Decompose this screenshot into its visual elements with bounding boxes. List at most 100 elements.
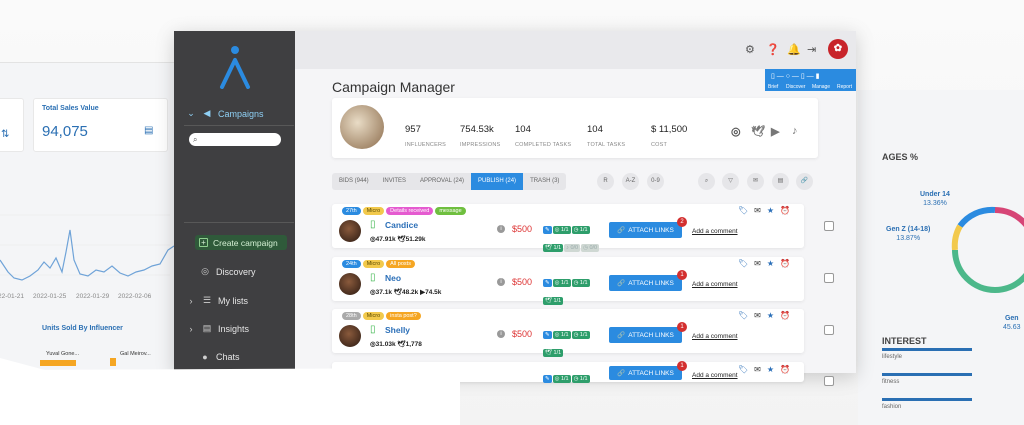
- influencer-name[interactable]: Candice: [385, 220, 418, 230]
- row-checkbox[interactable]: [824, 221, 834, 231]
- phone-icon[interactable]: ▯: [370, 272, 376, 283]
- youtube-icon[interactable]: ▶: [771, 125, 779, 138]
- twitter-count: 51.29k: [405, 236, 426, 243]
- attach-links-button[interactable]: 🔗 ATTACH LINKS: [609, 275, 682, 291]
- sort-number-button[interactable]: 0-9: [647, 173, 664, 190]
- attach-links-label: ATTACH LINKS: [628, 331, 674, 339]
- add-comment-link[interactable]: Add a comment: [692, 281, 738, 288]
- task-chip[interactable]: ◎ 1/1: [552, 226, 571, 234]
- logout-icon[interactable]: ⇥: [807, 43, 816, 56]
- sidebar-item-campaigns[interactable]: ⌄ ◀ Campaigns: [174, 108, 295, 119]
- influencer-name[interactable]: Neo: [385, 273, 401, 283]
- edit-icon[interactable]: ✎: [543, 279, 552, 287]
- sidebar-item-insights[interactable]: › ▤ Insights: [174, 323, 295, 334]
- task-chips: ✎ ◎ 1/1 ◷ 1/1 🕊 1/1: [543, 323, 613, 359]
- chart-tick-4: 2022-02-06: [118, 293, 152, 300]
- influencer-row[interactable]: 24th Micro All posts ▯ Neo ◎37.1k 🕊48.2k…: [332, 257, 804, 305]
- alarm-icon[interactable]: ⏰: [780, 311, 790, 320]
- age-gen-value: 45.63: [1003, 324, 1021, 331]
- sort-az-button[interactable]: A-Z: [622, 173, 639, 190]
- sort-relevance-button[interactable]: R: [597, 173, 614, 190]
- alarm-icon[interactable]: ⏰: [780, 206, 790, 215]
- tab-bids[interactable]: BIDS (944): [332, 173, 376, 190]
- step-report[interactable]: Report: [837, 84, 852, 90]
- age-under14-label: Under 14: [920, 191, 950, 198]
- tab-publish[interactable]: PUBLISH (24): [471, 173, 524, 190]
- tab-approval[interactable]: APPROVAL (24): [413, 173, 471, 190]
- task-count: 1/1: [560, 332, 569, 338]
- filter-icon[interactable]: ▽: [722, 173, 739, 190]
- influencer-row[interactable]: 28th Micro insta post? ▯ Shelly ◎31.03k …: [332, 309, 804, 357]
- add-comment-link[interactable]: Add a comment: [692, 333, 738, 340]
- task-count: 1/1: [579, 227, 588, 233]
- influencer-row[interactable]: 27th Micro Details received message ▯ Ca…: [332, 204, 804, 252]
- tab-trash[interactable]: TRASH (3): [523, 173, 566, 190]
- star-icon[interactable]: ★: [767, 206, 774, 215]
- attach-links-button[interactable]: 🔗 ATTACH LINKS: [609, 222, 682, 238]
- instagram-icon[interactable]: ◎: [731, 125, 741, 138]
- influencer-avatar[interactable]: [339, 220, 361, 242]
- create-campaign-button[interactable]: + Create campaign: [195, 235, 287, 250]
- stat-value: 754.53k: [460, 124, 494, 135]
- alarm-icon[interactable]: ⏰: [780, 259, 790, 268]
- row-checkbox[interactable]: [824, 273, 834, 283]
- link-icon: 🔗: [617, 227, 626, 234]
- twitter-icon[interactable]: 🕊: [751, 125, 765, 138]
- task-chip[interactable]: 🕊 1/1: [543, 244, 564, 252]
- star-icon[interactable]: ★: [767, 311, 774, 320]
- attach-links-button[interactable]: 🔗 ATTACH LINKS: [609, 327, 682, 343]
- task-chip[interactable]: ◷ 1/1: [571, 279, 590, 287]
- edit-icon[interactable]: ✎: [543, 226, 552, 234]
- mail-icon[interactable]: ✉: [754, 206, 761, 215]
- influencer-avatar[interactable]: [339, 325, 361, 347]
- influencer-name[interactable]: Shelly: [385, 325, 410, 335]
- influencer-stats: ◎31.03k 🕊1,778: [370, 341, 422, 348]
- star-icon[interactable]: ★: [767, 259, 774, 268]
- step-discover[interactable]: Discover: [786, 84, 805, 90]
- sidebar-item-my-lists[interactable]: › ☰ My lists: [174, 295, 295, 306]
- row-checkbox[interactable]: [824, 325, 834, 335]
- help-icon[interactable]: ❓: [766, 43, 780, 56]
- ages-title: AGES %: [882, 152, 919, 162]
- phone-icon[interactable]: ▯: [370, 219, 376, 230]
- info-icon[interactable]: i: [497, 278, 505, 286]
- search-icon: ⌕: [193, 134, 198, 144]
- search-icon[interactable]: ⌕: [698, 173, 715, 190]
- sidebar-search-input[interactable]: ⌕: [189, 133, 281, 146]
- info-icon[interactable]: i: [497, 225, 505, 233]
- task-chip[interactable]: ◎ 1/1: [552, 331, 571, 339]
- tag-icon[interactable]: 🏷: [738, 311, 748, 320]
- mail-icon[interactable]: ✉: [754, 311, 761, 320]
- mail-icon[interactable]: ✉: [754, 259, 761, 268]
- document-icon: ▤: [202, 323, 212, 333]
- step-brief[interactable]: Brief: [768, 84, 778, 90]
- tag-icon[interactable]: 🏷: [738, 259, 748, 268]
- edit-icon[interactable]: ✎: [543, 331, 552, 339]
- gear-icon[interactable]: ⚙: [745, 43, 755, 56]
- sidebar-item-discovery[interactable]: ◎ Discovery: [174, 266, 295, 277]
- bell-icon[interactable]: 🔔: [787, 43, 801, 56]
- link-icon: 🔗: [617, 280, 626, 287]
- step-manage[interactable]: Manage: [812, 84, 830, 90]
- influencer-avatar[interactable]: [339, 273, 361, 295]
- sidebar: ⌄ ◀ Campaigns ⌕ + Create campaign ◎ Disc…: [174, 31, 295, 373]
- task-chip[interactable]: ◷ 1/1: [571, 331, 590, 339]
- tab-invites[interactable]: INVITES: [376, 173, 413, 190]
- tag-icon[interactable]: 🏷: [738, 206, 748, 215]
- info-icon[interactable]: i: [497, 330, 505, 338]
- user-avatar[interactable]: ✿: [828, 39, 848, 59]
- task-chip[interactable]: 🕊 1/1: [543, 297, 564, 305]
- task-chip[interactable]: 🕊 1/1: [543, 349, 564, 357]
- mail-icon[interactable]: ✉: [747, 173, 764, 190]
- stat-impressions: 754.53k IMPRESSIONS: [460, 124, 500, 148]
- task-chip[interactable]: ◎ 1/1: [552, 279, 571, 287]
- chart-tick-3: 2022-01-29: [76, 293, 110, 300]
- document-icon[interactable]: ▤: [772, 173, 789, 190]
- phone-icon[interactable]: ▯: [370, 324, 376, 335]
- create-campaign-label: Create campaign: [213, 237, 278, 248]
- screenshot-stage: ⇅ Total Sales Value 94,075 ▤ 22-01-21 20…: [0, 0, 1024, 425]
- add-comment-link[interactable]: Add a comment: [692, 228, 738, 235]
- task-chip[interactable]: ◷ 1/1: [571, 226, 590, 234]
- tiktok-icon[interactable]: ♪: [792, 125, 798, 137]
- link-icon[interactable]: 🔗: [796, 173, 813, 190]
